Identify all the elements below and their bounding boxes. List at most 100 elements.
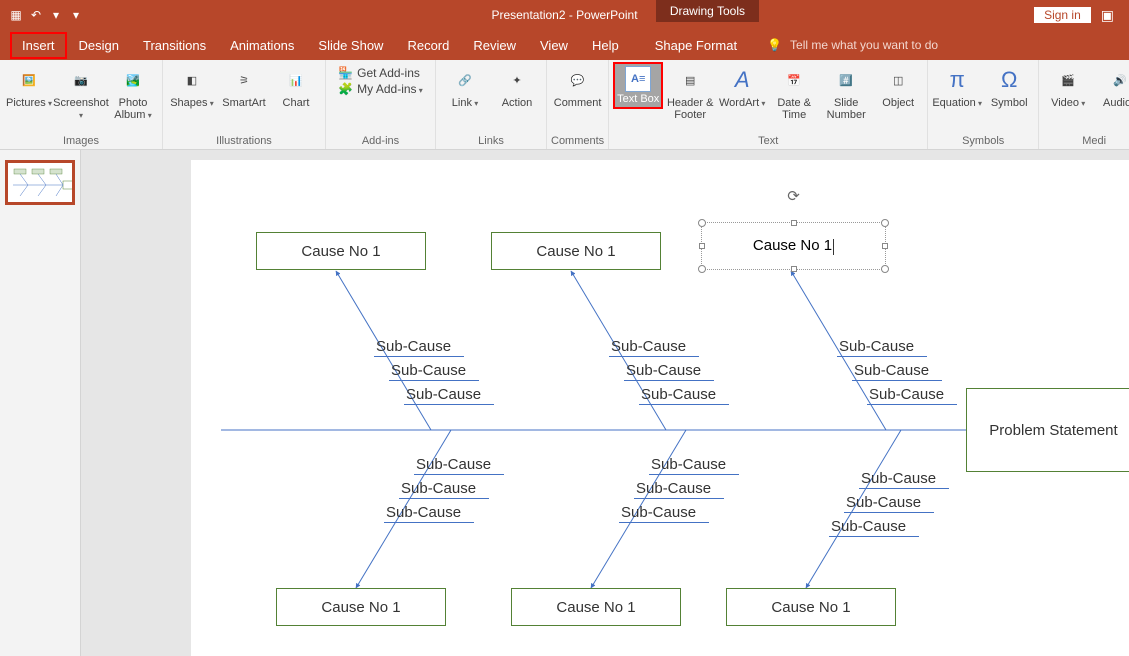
header-footer-button[interactable]: ▤Header & Footer bbox=[665, 62, 715, 123]
comment-button[interactable]: 💬Comment bbox=[553, 62, 603, 111]
selected-text-box[interactable]: Cause No 1 ⟳ bbox=[701, 222, 886, 270]
group-label-comments: Comments bbox=[551, 133, 604, 149]
qat-more-icon[interactable]: ▾ bbox=[68, 7, 84, 23]
action-button[interactable]: ✦Action bbox=[492, 62, 542, 111]
handle-nw[interactable] bbox=[698, 219, 706, 227]
group-text: A≡Text Box ▤Header & Footer AWordArt 📅Da… bbox=[609, 60, 928, 149]
handle-e[interactable] bbox=[882, 243, 888, 249]
undo-icon[interactable]: ↶ bbox=[28, 7, 44, 23]
group-media: 🎬Video 🔊Audio Medi bbox=[1039, 60, 1129, 149]
paste-icon[interactable]: ▾ bbox=[48, 7, 64, 23]
wordart-button[interactable]: AWordArt bbox=[717, 62, 767, 111]
equation-button[interactable]: πEquation bbox=[932, 62, 982, 111]
symbol-button[interactable]: ΩSymbol bbox=[984, 62, 1034, 111]
autosave-icon[interactable]: ▦ bbox=[8, 7, 24, 23]
cause-box-bot-2[interactable]: Cause No 1 bbox=[511, 588, 681, 626]
cause-box-bot-3[interactable]: Cause No 1 bbox=[726, 588, 896, 626]
slide-number-button[interactable]: #️⃣Slide Number bbox=[821, 62, 871, 123]
comment-icon: 💬 bbox=[562, 64, 594, 96]
sign-in-button[interactable]: Sign in bbox=[1034, 7, 1091, 23]
slide-number-icon: #️⃣ bbox=[830, 64, 862, 96]
rotate-handle[interactable]: ⟳ bbox=[787, 189, 801, 203]
handle-ne[interactable] bbox=[881, 219, 889, 227]
smartart-button[interactable]: ⚞SmartArt bbox=[219, 62, 269, 111]
subcause[interactable]: Sub-Cause bbox=[846, 494, 921, 511]
equation-icon: π bbox=[941, 64, 973, 96]
group-label-text: Text bbox=[758, 133, 778, 149]
cause-box-top-2[interactable]: Cause No 1 bbox=[491, 232, 661, 270]
slide-thumbnail-1[interactable] bbox=[5, 160, 75, 205]
slide-canvas[interactable]: Cause No 1 Cause No 1 Cause No 1 ⟳ Cause… bbox=[191, 160, 1129, 656]
tab-record[interactable]: Record bbox=[395, 32, 461, 59]
cause-box-bot-1[interactable]: Cause No 1 bbox=[276, 588, 446, 626]
subcause[interactable]: Sub-Cause bbox=[651, 456, 726, 473]
subcause[interactable]: Sub-Cause bbox=[621, 504, 696, 521]
handle-s[interactable] bbox=[791, 266, 797, 272]
wordart-icon: A bbox=[726, 64, 758, 96]
group-label-symbols: Symbols bbox=[962, 133, 1004, 149]
symbol-icon: Ω bbox=[993, 64, 1025, 96]
group-addins: 🏪Get Add-ins 🧩My Add-ins Add-ins bbox=[326, 60, 436, 149]
screenshot-icon: 📷 bbox=[65, 64, 97, 96]
subcause[interactable]: Sub-Cause bbox=[831, 518, 906, 535]
shapes-button[interactable]: ◧Shapes bbox=[167, 62, 217, 111]
group-label-addins: Add-ins bbox=[362, 133, 399, 149]
chart-button[interactable]: 📊Chart bbox=[271, 62, 321, 111]
subcause[interactable]: Sub-Cause bbox=[401, 480, 476, 497]
quick-access-toolbar: ▦ ↶ ▾ ▾ bbox=[0, 7, 84, 23]
subcause[interactable]: Sub-Cause bbox=[626, 362, 701, 379]
handle-se[interactable] bbox=[881, 265, 889, 273]
ribbon-display-icon[interactable]: ▣ bbox=[1101, 7, 1114, 24]
text-cursor bbox=[833, 239, 834, 255]
handle-n[interactable] bbox=[791, 220, 797, 226]
tab-slide-show[interactable]: Slide Show bbox=[306, 32, 395, 59]
link-icon: 🔗 bbox=[449, 64, 481, 96]
subcause[interactable]: Sub-Cause bbox=[636, 480, 711, 497]
tell-me-search[interactable]: 💡 Tell me what you want to do bbox=[767, 38, 938, 52]
screenshot-button[interactable]: 📷Screenshot bbox=[56, 62, 106, 123]
problem-statement-box[interactable]: Problem Statement bbox=[966, 388, 1129, 472]
cause-box-top-1[interactable]: Cause No 1 bbox=[256, 232, 426, 270]
subcause[interactable]: Sub-Cause bbox=[839, 338, 914, 355]
subcause[interactable]: Sub-Cause bbox=[854, 362, 929, 379]
date-time-button[interactable]: 📅Date & Time bbox=[769, 62, 819, 123]
slide-thumbnail-panel bbox=[0, 150, 81, 656]
video-button[interactable]: 🎬Video bbox=[1043, 62, 1093, 111]
subcause[interactable]: Sub-Cause bbox=[611, 338, 686, 355]
link-button[interactable]: 🔗Link bbox=[440, 62, 490, 111]
tab-insert[interactable]: Insert bbox=[10, 32, 67, 59]
audio-icon: 🔊 bbox=[1104, 64, 1129, 96]
handle-sw[interactable] bbox=[698, 265, 706, 273]
subcause[interactable]: Sub-Cause bbox=[391, 362, 466, 379]
tab-help[interactable]: Help bbox=[580, 32, 631, 59]
tab-shape-format[interactable]: Shape Format bbox=[643, 32, 749, 59]
shapes-icon: ◧ bbox=[176, 64, 208, 96]
subcause[interactable]: Sub-Cause bbox=[641, 386, 716, 403]
text-box-icon: A≡ bbox=[625, 66, 651, 92]
tab-view[interactable]: View bbox=[528, 32, 580, 59]
subcause[interactable]: Sub-Cause bbox=[861, 470, 936, 487]
subcause[interactable]: Sub-Cause bbox=[376, 338, 451, 355]
subcause[interactable]: Sub-Cause bbox=[869, 386, 944, 403]
tab-animations[interactable]: Animations bbox=[218, 32, 306, 59]
pictures-button[interactable]: 🖼️Pictures bbox=[4, 62, 54, 111]
get-addins-button[interactable]: 🏪Get Add-ins bbox=[338, 66, 423, 80]
group-links: 🔗Link ✦Action Links bbox=[436, 60, 547, 149]
tab-design[interactable]: Design bbox=[67, 32, 131, 59]
text-box-button[interactable]: A≡Text Box bbox=[613, 62, 663, 109]
group-images: 🖼️Pictures 📷Screenshot 🏞️Photo Album Ima… bbox=[0, 60, 163, 149]
tab-review[interactable]: Review bbox=[461, 32, 528, 59]
work-area: Cause No 1 Cause No 1 Cause No 1 ⟳ Cause… bbox=[0, 150, 1129, 656]
subcause[interactable]: Sub-Cause bbox=[416, 456, 491, 473]
audio-button[interactable]: 🔊Audio bbox=[1095, 62, 1129, 111]
my-addins-button[interactable]: 🧩My Add-ins bbox=[338, 82, 423, 96]
photo-album-button[interactable]: 🏞️Photo Album bbox=[108, 62, 158, 123]
tab-transitions[interactable]: Transitions bbox=[131, 32, 218, 59]
subcause[interactable]: Sub-Cause bbox=[406, 386, 481, 403]
object-button[interactable]: ◫Object bbox=[873, 62, 923, 111]
group-label-media: Medi bbox=[1082, 133, 1106, 149]
ribbon-tabs: Insert Design Transitions Animations Sli… bbox=[0, 30, 1129, 60]
subcause[interactable]: Sub-Cause bbox=[386, 504, 461, 521]
smartart-icon: ⚞ bbox=[228, 64, 260, 96]
handle-w[interactable] bbox=[699, 243, 705, 249]
